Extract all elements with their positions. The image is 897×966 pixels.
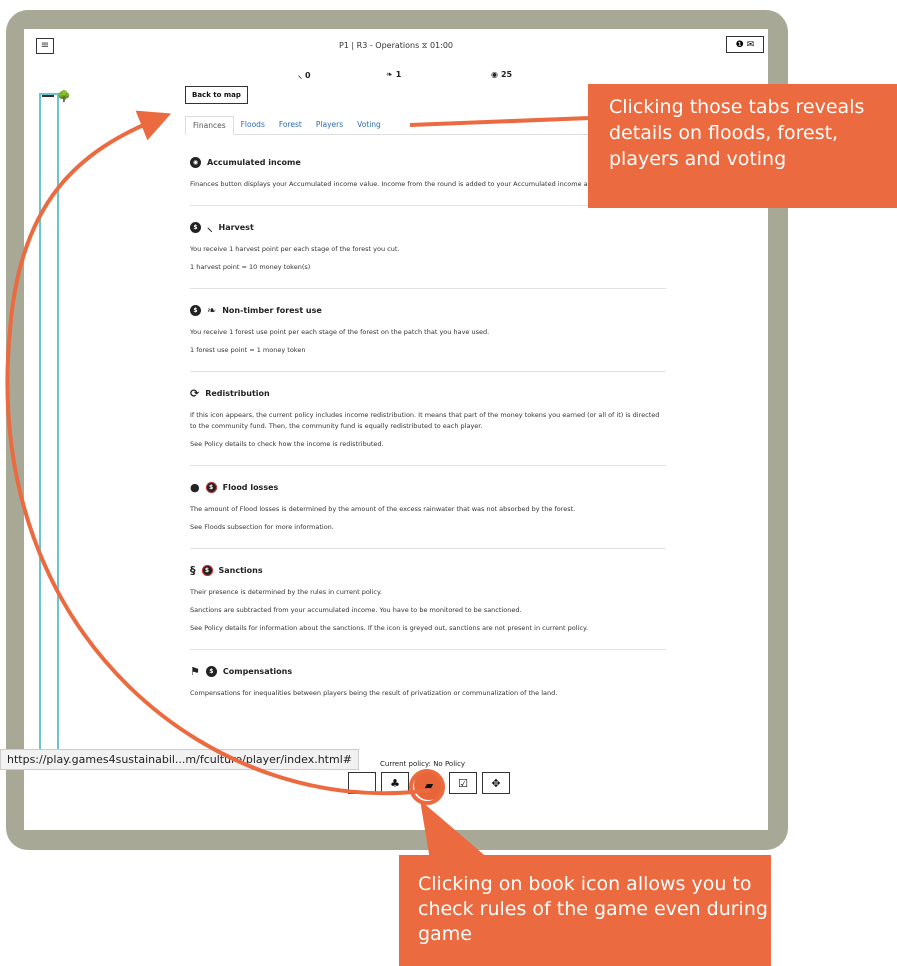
money-stat: ◉ 25 <box>491 70 512 79</box>
finances-content: ◉ Accumulated income Finances button disp… <box>190 153 666 726</box>
berries-icon: ❧ <box>207 303 217 317</box>
section-title: Flood losses <box>222 482 279 492</box>
section-text: The amount of Flood losses is determined… <box>190 505 576 513</box>
section-text: Their presence is determined by the rule… <box>190 588 382 596</box>
harvest-stat: ⸜ 0 <box>298 70 311 81</box>
tab-finances[interactable]: Finances <box>185 116 234 135</box>
loss-coin-icon: $ <box>205 481 217 493</box>
section-text: See Policy details to check how the inco… <box>190 440 384 448</box>
book-icon[interactable]: ▰ <box>414 770 444 800</box>
side-panel[interactable] <box>39 93 59 762</box>
loss-coin-icon: $ <box>201 564 213 576</box>
section-text: Compensations for inequalities between p… <box>190 689 558 697</box>
status-url: https://play.games4sustainabil...m/fcult… <box>0 749 359 770</box>
section-compensations: ⚑ $ Compensations Compensations for inequa… <box>190 662 666 714</box>
forest-use-value: 1 <box>395 70 402 79</box>
section-title: Redistribution <box>205 388 270 398</box>
side-panel-handle[interactable] <box>42 95 54 97</box>
section-sanctions: § $ Sanctions Their presence is determined… <box>190 561 666 650</box>
water-drop-icon: ● <box>190 480 200 494</box>
move-icon[interactable]: ✥ <box>482 772 510 794</box>
book-callout: Clicking on book icon allows you to chec… <box>399 855 771 966</box>
compensation-icon: ⚑ <box>190 664 200 678</box>
axe-icon: ⸜ <box>207 220 213 234</box>
redistribution-icon: ⟳ <box>190 386 200 400</box>
tree-icon: 🌳 <box>57 90 71 103</box>
tab-voting[interactable]: Voting <box>350 116 388 134</box>
top-right-buttons[interactable]: ❶ ✉ <box>726 36 764 53</box>
mail-icon[interactable]: ✉ <box>747 40 755 50</box>
coin-icon: $ <box>190 221 201 233</box>
section-non-timber: $ ❧ Non-timber forest use You receive 1 fo… <box>190 301 666 372</box>
coin-icon: $ <box>205 665 217 677</box>
section-title: Harvest <box>218 222 254 232</box>
tab-players[interactable]: Players <box>309 116 350 134</box>
money-icon: ◉ <box>491 70 498 79</box>
section-text: See Policy details for information about… <box>190 624 588 632</box>
current-policy: Current policy: No Policy <box>380 760 466 768</box>
tab-forest[interactable]: Forest <box>272 116 309 134</box>
forest-icon[interactable]: ♣ <box>381 772 409 794</box>
checkbox-icon[interactable]: ☑ <box>449 772 477 794</box>
tab-floods[interactable]: Floods <box>234 116 272 134</box>
money-icon: ◉ <box>190 156 201 168</box>
section-sign-icon: § <box>190 563 196 577</box>
section-text: See Floods subsection for more informati… <box>190 523 334 531</box>
section-flood-losses: ● $ Flood losses The amount of Flood losse… <box>190 478 666 549</box>
back-to-map-button[interactable]: Back to map <box>185 86 248 104</box>
section-title: Accumulated income <box>207 157 301 167</box>
money-value: 25 <box>500 70 513 79</box>
section-title: Compensations <box>222 666 293 676</box>
info-icon[interactable]: ❶ <box>736 40 744 50</box>
section-harvest: $ ⸜ Harvest You receive 1 harvest point pe… <box>190 218 666 289</box>
berries-icon: ❧ <box>386 70 393 79</box>
coin-icon: $ <box>190 304 201 316</box>
tabs-callout: Clicking those tabs reveals details on f… <box>588 84 897 208</box>
section-text: You receive 1 harvest point per each sta… <box>190 245 400 253</box>
bottom-toolbar: ♣ ▰ ☑ ✥ <box>348 770 510 800</box>
section-title: Sanctions <box>218 565 263 575</box>
axe-icon: ⸜ <box>298 71 302 80</box>
section-text: You receive 1 forest use point per each … <box>190 328 490 336</box>
round-title: P1 | R3 - Operations ⧖ 01:00 <box>338 41 454 50</box>
forest-use-stat: ❧ 1 <box>386 70 401 79</box>
section-text: 1 harvest point = 10 money token(s) <box>190 263 311 271</box>
section-redistribution: ⟳ Redistribution If this icon appears, th… <box>190 384 666 466</box>
blank-icon[interactable] <box>348 772 376 794</box>
section-text: 1 forest use point = 1 money token <box>190 346 306 354</box>
harvest-value: 0 <box>305 71 311 80</box>
section-title: Non-timber forest use <box>222 305 322 315</box>
section-text: Sanctions are subtracted from your accum… <box>190 606 522 614</box>
section-text: If this icon appears, the current policy… <box>190 411 660 430</box>
